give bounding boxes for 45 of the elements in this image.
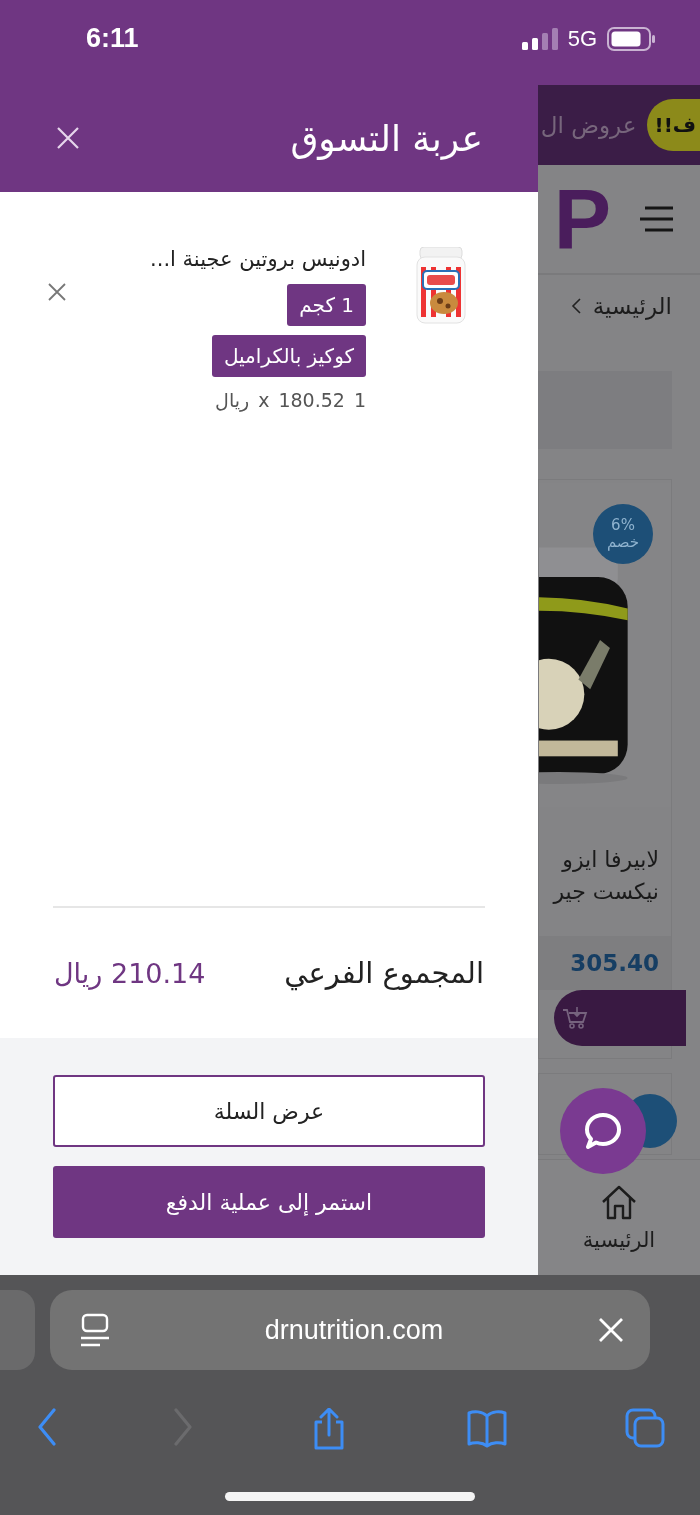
unit-price: 180.52 bbox=[278, 388, 345, 411]
toolbar-button[interactable] bbox=[625, 1408, 665, 1450]
view-cart-button[interactable]: عرض السلة bbox=[53, 1075, 485, 1147]
product-name[interactable]: ادونيس بروتين عجينة ا... bbox=[150, 246, 366, 271]
address-bar[interactable]: drnutrition.com bbox=[50, 1290, 650, 1370]
close-button[interactable] bbox=[56, 126, 80, 151]
product-name[interactable]: نيكست جير bbox=[539, 875, 659, 908]
discount-percent: 6% bbox=[611, 516, 635, 534]
status-time: 6:11 bbox=[86, 23, 139, 54]
promo-text[interactable]: عروض ال bbox=[540, 112, 637, 138]
add-to-cart-button[interactable] bbox=[554, 989, 686, 1046]
logo[interactable]: P bbox=[553, 176, 611, 262]
reader-icon[interactable] bbox=[80, 1313, 110, 1347]
back-icon bbox=[38, 1408, 56, 1446]
subtotal-label: المجموع الفرعي bbox=[284, 956, 484, 990]
checkout-button[interactable]: استمر إلى عملية الدفع bbox=[53, 1166, 485, 1238]
cart-icon bbox=[562, 1005, 588, 1030]
product-name[interactable]: لابيرفا ايزو bbox=[539, 844, 659, 876]
discount-label: خصم bbox=[606, 534, 640, 552]
home-icon bbox=[600, 1183, 638, 1220]
option-tag: كوكيز بالكراميل bbox=[211, 334, 366, 377]
home-nav-button[interactable]: الرئيسية bbox=[582, 1183, 656, 1252]
signal-icon bbox=[521, 27, 558, 50]
remove-item-button[interactable] bbox=[48, 282, 66, 301]
promo-badge: ف!! bbox=[646, 99, 700, 151]
chat-bubble-icon bbox=[583, 1111, 623, 1151]
close-icon[interactable] bbox=[598, 1317, 624, 1343]
book-icon bbox=[467, 1408, 508, 1450]
menu-icon[interactable] bbox=[639, 206, 675, 232]
times-sign: x bbox=[258, 388, 270, 411]
toolbar-button[interactable] bbox=[467, 1408, 508, 1450]
chevron-icon bbox=[570, 298, 581, 314]
quantity: 1 bbox=[353, 388, 366, 411]
drawer-title: عربة التسوق bbox=[290, 117, 483, 159]
battery-icon bbox=[607, 26, 655, 51]
subtotal-value: 210.14 ريال bbox=[54, 957, 206, 989]
currency: ريال bbox=[215, 388, 250, 411]
close-icon bbox=[56, 126, 80, 151]
network-label: 5G bbox=[567, 25, 597, 52]
breadcrumb-link[interactable]: الرئيسية bbox=[592, 293, 672, 319]
close-icon bbox=[48, 282, 66, 301]
option-tag: 1 كجم bbox=[287, 283, 366, 326]
product-price: 305.40 bbox=[570, 949, 659, 976]
url-text: drnutrition.com bbox=[264, 1314, 444, 1346]
tabs-icon bbox=[625, 1408, 665, 1450]
